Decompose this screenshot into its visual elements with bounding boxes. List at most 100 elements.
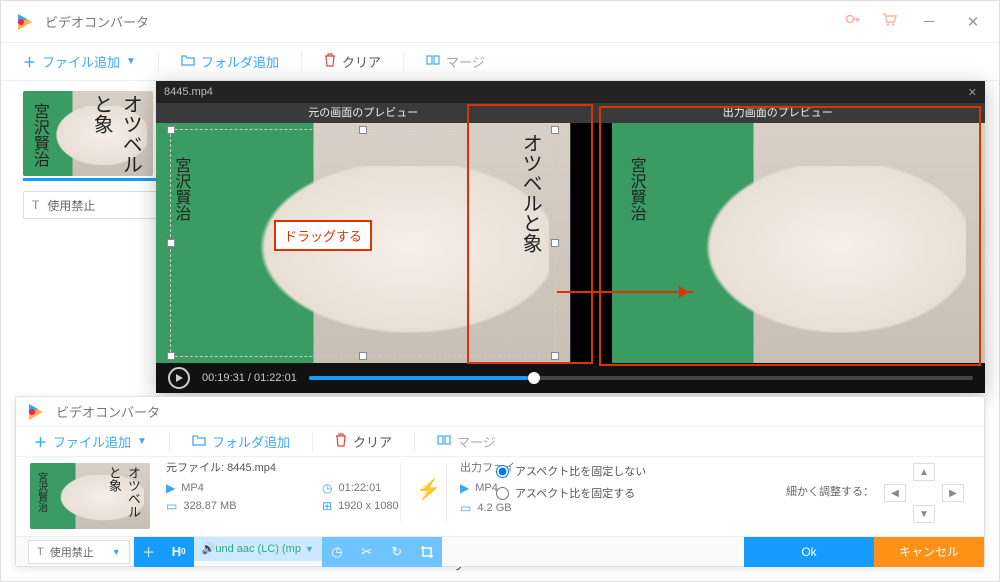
watermark-button[interactable]: T 使用禁止 (23, 191, 158, 219)
out-format-value: MP4 (475, 482, 498, 494)
label: Ok (801, 545, 816, 559)
chevron-down-icon: ▼ (137, 436, 147, 447)
ok-button[interactable]: Ok (744, 537, 874, 567)
refresh-button[interactable]: ↻ (382, 537, 412, 567)
lower-app-title: ビデオコンバータ (56, 402, 160, 421)
crop-handle-sw[interactable] (167, 352, 175, 360)
crop-handle-s[interactable] (359, 352, 367, 360)
add-file-button[interactable]: ＋ ファイル追加 ▼ (15, 48, 144, 75)
dpad-up[interactable]: ▲ (913, 463, 935, 481)
player-bar: 00:19:31 / 01:22:01 (156, 363, 985, 393)
thumb-author: 宮沢賢治 (34, 472, 49, 512)
chevron-down-icon: ▼ (126, 56, 136, 67)
separator (312, 432, 313, 452)
aspect-ratio-options: アスペクト比を固定しない アスペクト比を固定する (496, 463, 646, 507)
merge-button[interactable]: マージ (418, 48, 493, 75)
watermark-select[interactable]: T 使用禁止 ▼ (28, 540, 130, 564)
dialog-filename: 8445.mp4 (164, 86, 213, 98)
divider (446, 463, 447, 521)
folder-icon (192, 433, 206, 450)
aspect-lock-radio[interactable]: アスペクト比を固定する (496, 485, 646, 501)
label: ファイル追加 (53, 432, 131, 451)
label: キャンセル (899, 543, 959, 560)
bolt-icon: ⚡ (416, 477, 441, 502)
lower-file-thumbnail[interactable]: オツベルと象 宮沢賢治 (30, 463, 150, 529)
add-button[interactable]: ＋ (134, 537, 164, 567)
video-icon: ▶ (166, 481, 175, 495)
heading-button[interactable]: H0 (164, 537, 194, 567)
timer-button[interactable]: ◷ (322, 537, 352, 567)
text-icon: T (37, 546, 44, 558)
crop-handle-nw[interactable] (167, 126, 175, 134)
resolution-value: 1920 x 1080 (338, 500, 399, 512)
app-title: ビデオコンバータ (45, 12, 149, 31)
separator (158, 52, 159, 72)
annotation-box-crop-area (467, 104, 593, 364)
video-icon: ▶ (460, 481, 469, 495)
file-thumbnail[interactable]: オツベルと象 宮沢賢治 (23, 91, 153, 176)
dialog-close-button[interactable]: ✕ (968, 86, 977, 99)
sound-icon: 🔊 (202, 542, 216, 555)
radio[interactable] (496, 487, 509, 500)
play-button[interactable] (168, 367, 190, 389)
separator (403, 52, 404, 72)
close-button[interactable]: ✕ (961, 13, 985, 31)
annotation-box-output (599, 106, 981, 366)
source-file-label: 元ファイル: 8445.mp4 (166, 459, 464, 475)
add-folder-button[interactable]: フォルダ追加 (173, 48, 287, 75)
label: マージ (457, 432, 496, 451)
crop-handle-n[interactable] (359, 126, 367, 134)
playback-time: 00:19:31 / 01:22:01 (202, 372, 297, 384)
folder-icon (181, 53, 195, 70)
dpad-left[interactable]: ◀ (884, 484, 906, 502)
cart-icon[interactable] (881, 11, 897, 32)
app-logo-icon (15, 12, 35, 32)
lower-add-file-button[interactable]: ＋ ファイル追加 ▼ (26, 428, 155, 455)
merge-icon (426, 53, 440, 70)
file-list: オツベルと象 宮沢賢治 T 使用禁止 (23, 91, 158, 219)
thumb-title: オツベルと象 (105, 466, 143, 529)
audio-track-label: und aac (LC) (mp (215, 543, 301, 555)
resolution-icon: ⊞ (322, 499, 332, 513)
chevron-down-icon: ▼ (112, 547, 121, 557)
dpad-down[interactable]: ▼ (913, 505, 935, 523)
lower-clear-button[interactable]: クリア (327, 428, 400, 455)
radio[interactable] (496, 465, 509, 478)
app-logo-icon (26, 402, 46, 422)
seek-knob[interactable] (528, 372, 540, 384)
seek-bar[interactable] (309, 376, 973, 380)
watermark-label: 使用禁止 (47, 197, 95, 214)
audio-track-select[interactable]: 🔊 und aac (LC) (mp ▼ (194, 537, 322, 561)
cancel-button[interactable]: キャンセル (874, 537, 984, 567)
clear-button[interactable]: クリア (316, 48, 389, 75)
clear-label: クリア (342, 52, 381, 71)
dpad-right[interactable]: ▶ (942, 484, 964, 502)
merge-label: マージ (446, 52, 485, 71)
annotation-drag-text: ドラッグする (274, 220, 372, 251)
separator (414, 432, 415, 452)
lower-merge-button[interactable]: マージ (429, 428, 504, 455)
minimize-button[interactable]: ─ (917, 13, 941, 30)
merge-icon (437, 433, 451, 450)
trash-icon (324, 53, 336, 70)
aspect-unlock-radio[interactable]: アスペクト比を固定しない (496, 463, 646, 479)
cut-button[interactable]: ✂ (352, 537, 382, 567)
fine-adjust-label: 細かく調整する： (786, 483, 874, 499)
lower-window: ビデオコンバータ ＋ ファイル追加 ▼ フォルダ追加 クリア マージ オツベルと… (15, 396, 985, 567)
label: 使用禁止 (50, 544, 94, 560)
key-icon[interactable] (845, 11, 861, 32)
crop-handle-w[interactable] (167, 239, 175, 247)
crop-button[interactable] (412, 537, 442, 567)
main-toolbar: ＋ ファイル追加 ▼ フォルダ追加 クリア マージ (1, 43, 999, 81)
trash-icon (335, 433, 347, 450)
label: アスペクト比を固定する (515, 485, 635, 501)
titlebar: ビデオコンバータ ─ ✕ (1, 1, 999, 43)
label: アスペクト比を固定しない (515, 463, 646, 479)
lower-add-folder-button[interactable]: フォルダ追加 (184, 428, 298, 455)
thumb-title: オツベルと象 (87, 94, 145, 176)
format-value: MP4 (181, 482, 204, 494)
fine-adjust-dpad: ▲ ◀ ▶ ▼ (884, 463, 964, 523)
annotation-arrow-right (557, 291, 693, 293)
clock-icon: ◷ (322, 481, 332, 495)
bottom-bar: T 使用禁止 ▼ ＋ H0 🔊 und aac (LC) (mp ▼ ◷ ✂ ↻ (16, 536, 984, 566)
